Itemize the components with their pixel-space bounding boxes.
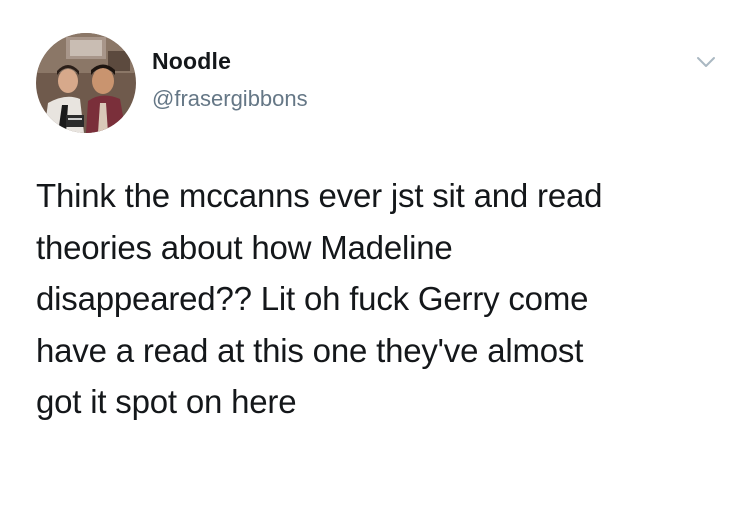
author-display-name[interactable]: Noodle xyxy=(152,48,231,75)
tweet-text-line: disappeared?? Lit oh fuck Gerry come xyxy=(36,280,589,317)
profile-photo-icon xyxy=(36,33,136,133)
tweet-text-line: have a read at this one they've almost xyxy=(36,331,584,369)
tweet-text-line: got it spot on here xyxy=(36,383,297,420)
tweet-text-line: Think the mccanns ever jst sit and read xyxy=(36,177,603,214)
author-handle[interactable]: @frasergibbons xyxy=(152,86,308,112)
tweet-text-line: theories about how Madeline xyxy=(36,228,453,266)
chevron-down-icon[interactable] xyxy=(694,54,718,70)
tweet-text: Think the mccanns ever jst sit and read … xyxy=(36,170,726,428)
tweet-card: Noodle @frasergibbons Think the mccanns … xyxy=(0,0,750,513)
avatar[interactable] xyxy=(36,33,136,133)
